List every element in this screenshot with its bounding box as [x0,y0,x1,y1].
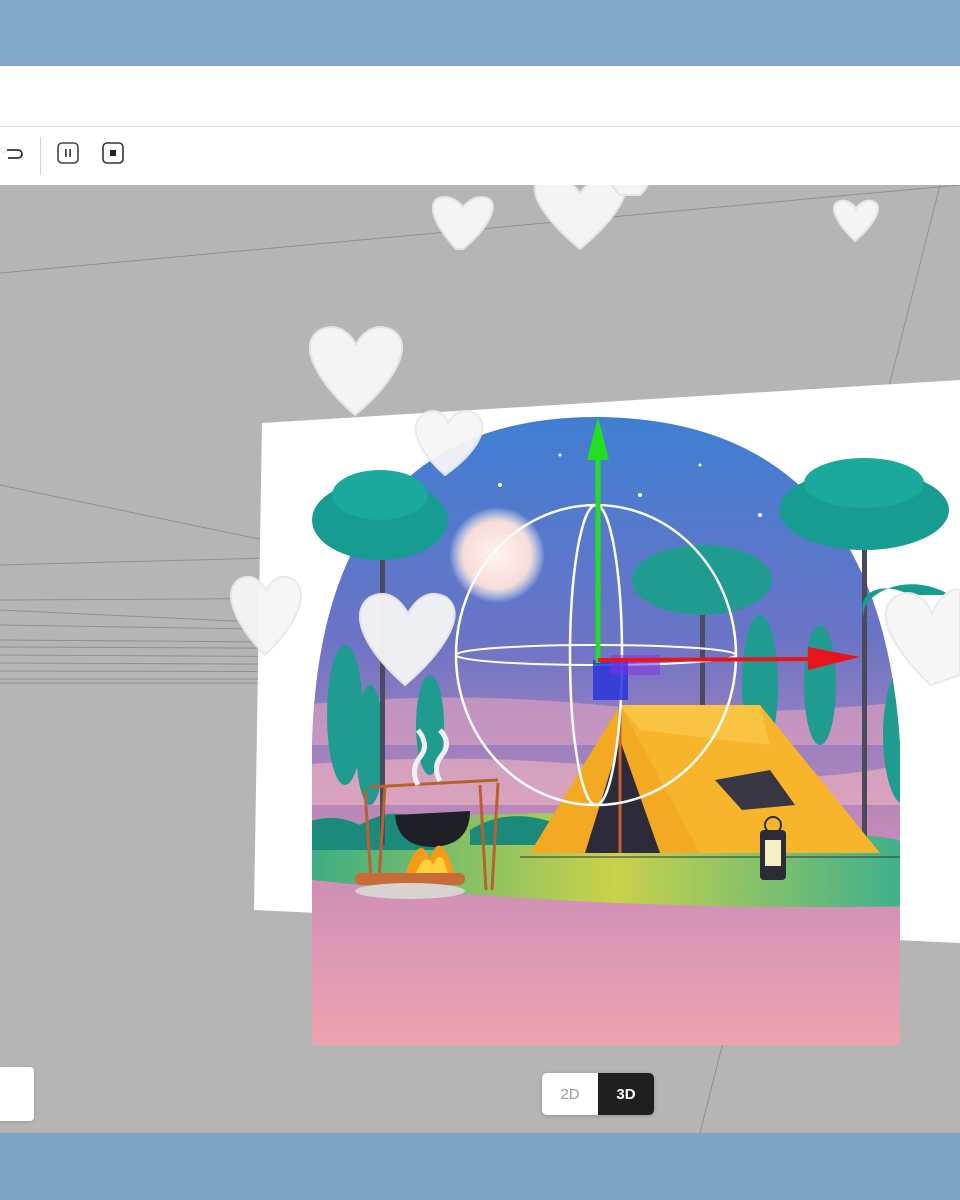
redo-icon [0,142,25,169]
pause-icon [56,141,80,170]
3d-viewport[interactable] [0,185,960,1133]
toolbar-divider [40,137,41,175]
pause-button[interactable] [54,141,82,169]
mode-2d-button[interactable]: 2D [542,1073,598,1115]
left-panel-stub[interactable] [0,1067,34,1121]
redo-button[interactable] [0,141,28,169]
toolbar [0,127,960,185]
top-border-band [0,0,960,66]
floating-hearts [309,185,879,417]
bottom-border-band [0,1133,960,1200]
view-mode-toggle: 2D 3D [542,1073,654,1115]
stop-icon [101,141,125,170]
mode-3d-button[interactable]: 3D [598,1073,654,1115]
app-header [0,66,960,127]
stop-button[interactable] [99,141,127,169]
illustration-card [230,380,960,1046]
